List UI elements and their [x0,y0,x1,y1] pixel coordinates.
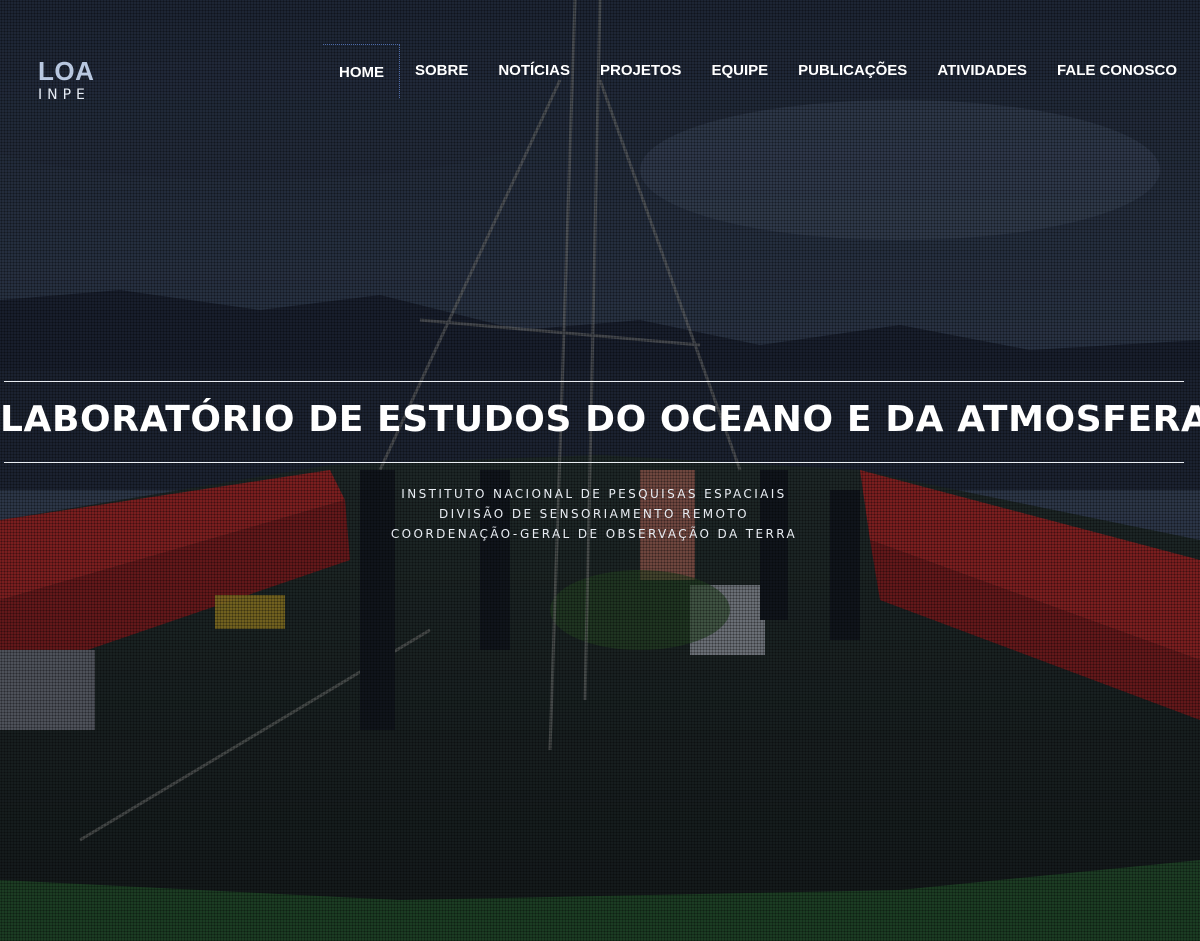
site-logo[interactable]: LOA INPE [38,57,94,103]
logo-subtitle: INPE [38,87,90,103]
divider-bottom [4,462,1184,463]
main-nav: HOME SOBRE NOTÍCIAS PROJETOS EQUIPE PUBL… [323,44,1192,98]
nav-item-sobre[interactable]: SOBRE [400,44,483,98]
nav-item-noticias[interactable]: NOTÍCIAS [483,44,585,98]
nav-item-projetos[interactable]: PROJETOS [585,44,696,98]
divider-top [4,381,1184,382]
nav-item-publicacoes[interactable]: PUBLICAÇÕES [783,44,922,98]
subtitle-division: DIVISÃO DE SENSORIAMENTO REMOTO [439,507,749,521]
hero-background [0,0,1200,941]
nav-item-fale-conosco[interactable]: FALE CONOSCO [1042,44,1192,98]
hero-title: LABORATÓRIO DE ESTUDOS DO OCEANO E DA AT… [0,399,1200,440]
nav-item-equipe[interactable]: EQUIPE [696,44,783,98]
logo-title: LOA [38,56,95,86]
nav-item-atividades[interactable]: ATIVIDADES [922,44,1042,98]
hero-subtitles: INSTITUTO NACIONAL DE PESQUISAS ESPACIAI… [0,484,1188,544]
subtitle-coordination: COORDENAÇÃO-GERAL DE OBSERVAÇÃO DA TERRA [390,527,798,541]
nav-item-home[interactable]: HOME [323,44,400,98]
ship-deck-photo [0,0,1200,941]
subtitle-institute: INSTITUTO NACIONAL DE PESQUISAS ESPACIAI… [401,487,787,501]
